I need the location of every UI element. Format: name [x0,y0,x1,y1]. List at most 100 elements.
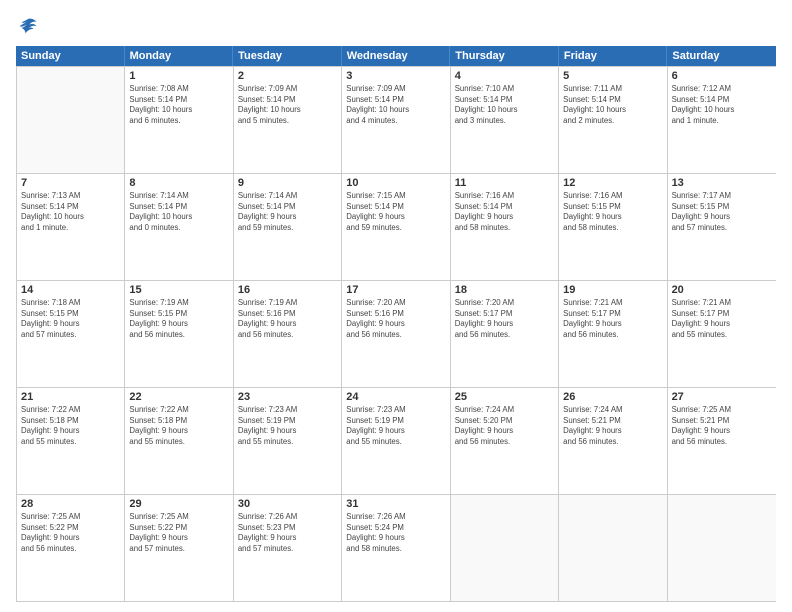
day-number: 17 [346,284,445,296]
cell-info: Sunrise: 7:09 AM Sunset: 5:14 PM Dayligh… [346,84,445,126]
calendar-cell: 26 Sunrise: 7:24 AM Sunset: 5:21 PM Dayli… [559,388,667,494]
cell-info: Sunrise: 7:14 AM Sunset: 5:14 PM Dayligh… [238,191,337,233]
cell-info: Sunrise: 7:08 AM Sunset: 5:14 PM Dayligh… [129,84,228,126]
day-number: 10 [346,177,445,189]
day-number: 23 [238,391,337,403]
calendar-cell: 25Sunrise: 7:24 AM Sunset: 5:20 PM Dayli… [451,388,559,494]
weekday-header-thursday: Thursday [450,46,559,66]
page: SundayMondayTuesdayWednesdayThursdayFrid… [0,0,792,612]
weekday-header-saturday: Saturday [667,46,776,66]
cell-info: Sunrise: 7:25 AM Sunset: 5:21 PM Dayligh… [672,405,772,447]
cell-info: Sunrise: 7:25 AM Sunset: 5:22 PM Dayligh… [21,512,120,554]
day-number: 25 [455,391,554,403]
calendar-cell: 23 Sunrise: 7:23 AM Sunset: 5:19 PM Dayli… [234,388,342,494]
day-number: 3 [346,70,445,82]
day-number: 5 [563,70,662,82]
calendar-cell: 11 Sunrise: 7:16 AM Sunset: 5:14 PM Dayli… [451,174,559,280]
day-number: 1 [129,70,228,82]
cell-info: Sunrise: 7:22 AM Sunset: 5:18 PM Dayligh… [129,405,228,447]
day-number: 12 [563,177,662,189]
cell-info: Sunrise: 7:23 AM Sunset: 5:19 PM Dayligh… [238,405,337,447]
cell-info: Sunrise: 7:17 AM Sunset: 5:15 PM Dayligh… [672,191,772,233]
day-number: 14 [21,284,120,296]
day-number: 2 [238,70,337,82]
calendar-cell: 31Sunrise: 7:26 AM Sunset: 5:24 PM Dayli… [342,495,450,601]
calendar-cell [451,495,559,601]
cell-info: Sunrise: 7:22 AM Sunset: 5:18 PM Dayligh… [21,405,120,447]
day-number: 16 [238,284,337,296]
calendar-cell: 30 Sunrise: 7:26 AM Sunset: 5:23 PM Dayli… [234,495,342,601]
calendar-cell: 8 Sunrise: 7:14 AM Sunset: 5:14 PM Daylig… [125,174,233,280]
calendar-cell: 10 Sunrise: 7:15 AM Sunset: 5:14 PM Dayli… [342,174,450,280]
calendar-cell: 5 Sunrise: 7:11 AM Sunset: 5:14 PM Daylig… [559,67,667,173]
cell-info: Sunrise: 7:14 AM Sunset: 5:14 PM Dayligh… [129,191,228,233]
calendar-cell [17,67,125,173]
header [16,16,776,38]
day-number: 6 [672,70,772,82]
cell-info: Sunrise: 7:16 AM Sunset: 5:15 PM Dayligh… [563,191,662,233]
calendar-cell: 24Sunrise: 7:23 AM Sunset: 5:19 PM Dayli… [342,388,450,494]
calendar-cell: 21 Sunrise: 7:22 AM Sunset: 5:18 PM Dayli… [17,388,125,494]
calendar-cell [559,495,667,601]
cell-info: Sunrise: 7:24 AM Sunset: 5:21 PM Dayligh… [563,405,662,447]
calendar-cell: 2 Sunrise: 7:09 AM Sunset: 5:14 PM Daylig… [234,67,342,173]
cell-info: Sunrise: 7:21 AM Sunset: 5:17 PM Dayligh… [672,298,772,340]
day-number: 15 [129,284,228,296]
calendar-row-3: 14Sunrise: 7:18 AM Sunset: 5:15 PM Dayli… [17,280,776,387]
weekday-header-friday: Friday [559,46,668,66]
day-number: 30 [238,498,337,510]
cell-info: Sunrise: 7:26 AM Sunset: 5:24 PM Dayligh… [346,512,445,554]
cell-info: Sunrise: 7:26 AM Sunset: 5:23 PM Dayligh… [238,512,337,554]
logo [16,16,42,38]
day-number: 19 [563,284,662,296]
calendar-cell: 17Sunrise: 7:20 AM Sunset: 5:16 PM Dayli… [342,281,450,387]
calendar-cell: 13 Sunrise: 7:17 AM Sunset: 5:15 PM Dayli… [668,174,776,280]
weekday-header-sunday: Sunday [16,46,125,66]
calendar-cell: 14Sunrise: 7:18 AM Sunset: 5:15 PM Dayli… [17,281,125,387]
calendar-row-4: 21 Sunrise: 7:22 AM Sunset: 5:18 PM Dayli… [17,387,776,494]
calendar-cell: 27 Sunrise: 7:25 AM Sunset: 5:21 PM Dayli… [668,388,776,494]
day-number: 27 [672,391,772,403]
weekday-header-tuesday: Tuesday [233,46,342,66]
day-number: 13 [672,177,772,189]
calendar-cell [668,495,776,601]
cell-info: Sunrise: 7:15 AM Sunset: 5:14 PM Dayligh… [346,191,445,233]
cell-info: Sunrise: 7:25 AM Sunset: 5:22 PM Dayligh… [129,512,228,554]
cell-info: Sunrise: 7:09 AM Sunset: 5:14 PM Dayligh… [238,84,337,126]
cell-info: Sunrise: 7:11 AM Sunset: 5:14 PM Dayligh… [563,84,662,126]
cell-info: Sunrise: 7:13 AM Sunset: 5:14 PM Dayligh… [21,191,120,233]
day-number: 26 [563,391,662,403]
calendar: SundayMondayTuesdayWednesdayThursdayFrid… [16,46,776,602]
day-number: 7 [21,177,120,189]
calendar-cell: 3 Sunrise: 7:09 AM Sunset: 5:14 PM Daylig… [342,67,450,173]
calendar-cell: 1 Sunrise: 7:08 AM Sunset: 5:14 PM Daylig… [125,67,233,173]
cell-info: Sunrise: 7:12 AM Sunset: 5:14 PM Dayligh… [672,84,772,126]
day-number: 20 [672,284,772,296]
day-number: 22 [129,391,228,403]
day-number: 18 [455,284,554,296]
logo-bird-icon [16,16,38,38]
day-number: 29 [129,498,228,510]
calendar-cell: 6 Sunrise: 7:12 AM Sunset: 5:14 PM Daylig… [668,67,776,173]
day-number: 11 [455,177,554,189]
cell-info: Sunrise: 7:19 AM Sunset: 5:15 PM Dayligh… [129,298,228,340]
day-number: 8 [129,177,228,189]
weekday-header-wednesday: Wednesday [342,46,451,66]
calendar-body: 1 Sunrise: 7:08 AM Sunset: 5:14 PM Daylig… [16,66,776,602]
cell-info: Sunrise: 7:16 AM Sunset: 5:14 PM Dayligh… [455,191,554,233]
calendar-cell: 22 Sunrise: 7:22 AM Sunset: 5:18 PM Dayli… [125,388,233,494]
calendar-cell: 4 Sunrise: 7:10 AM Sunset: 5:14 PM Daylig… [451,67,559,173]
cell-info: Sunrise: 7:21 AM Sunset: 5:17 PM Dayligh… [563,298,662,340]
calendar-cell: 16Sunrise: 7:19 AM Sunset: 5:16 PM Dayli… [234,281,342,387]
day-number: 28 [21,498,120,510]
calendar-row-2: 7 Sunrise: 7:13 AM Sunset: 5:14 PM Daylig… [17,173,776,280]
cell-info: Sunrise: 7:23 AM Sunset: 5:19 PM Dayligh… [346,405,445,447]
calendar-cell: 28 Sunrise: 7:25 AM Sunset: 5:22 PM Dayli… [17,495,125,601]
calendar-cell: 9Sunrise: 7:14 AM Sunset: 5:14 PM Daylig… [234,174,342,280]
calendar-cell: 20 Sunrise: 7:21 AM Sunset: 5:17 PM Dayli… [668,281,776,387]
day-number: 4 [455,70,554,82]
calendar-row-5: 28 Sunrise: 7:25 AM Sunset: 5:22 PM Dayli… [17,494,776,601]
calendar-row-1: 1 Sunrise: 7:08 AM Sunset: 5:14 PM Daylig… [17,66,776,173]
cell-info: Sunrise: 7:10 AM Sunset: 5:14 PM Dayligh… [455,84,554,126]
day-number: 21 [21,391,120,403]
